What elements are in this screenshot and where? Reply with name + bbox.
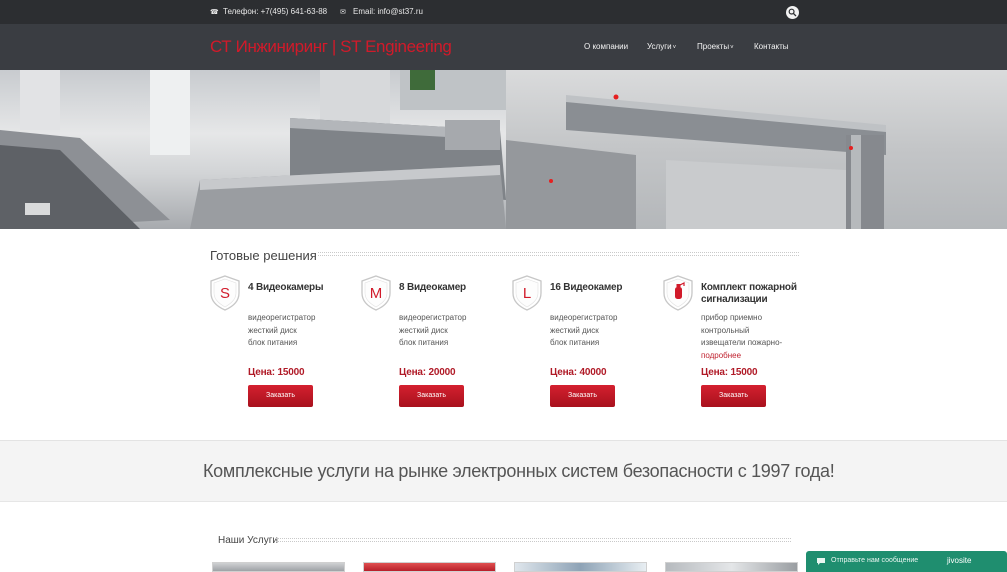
solutions-title: Готовые решения (210, 248, 317, 263)
feature-item: прибор приемно (701, 313, 763, 322)
shield-badge-icon: M (361, 275, 391, 311)
chat-brand-logo: jivosite (947, 556, 972, 565)
service-thumbnail[interactable] (665, 562, 798, 572)
feature-list: видеорегистратор жесткий диск блок питан… (399, 312, 509, 350)
phone-label: Телефон: +7(495) 641-63-88 (223, 7, 328, 16)
nav-item-label: Услуги (647, 42, 672, 51)
order-button[interactable]: Заказать (550, 385, 615, 407)
product-name: 8 Видеокамер (399, 282, 466, 293)
chat-widget[interactable]: Отправьте нам сообщение jivosite (806, 551, 1007, 572)
nav-item-services[interactable]: Услуги˅ (647, 42, 676, 51)
nav-item-about[interactable]: О компании (584, 42, 628, 51)
order-button[interactable]: Заказать (399, 385, 464, 407)
feature-list: видеорегистратор жесткий диск блок питан… (248, 312, 358, 350)
feature-item: жесткий диск (550, 325, 599, 335)
product-price: Цена: 20000 (399, 367, 456, 378)
company-slogan: Комплексные услуги на рынке электронных … (203, 461, 835, 481)
service-thumbnail[interactable] (363, 562, 496, 572)
services-title: Наши Услуги (218, 535, 278, 546)
nav-item-contacts[interactable]: Контакты (754, 42, 789, 51)
search-icon (788, 8, 797, 17)
hero-banner-image (0, 70, 1007, 229)
turnstile-illustration-right (506, 94, 886, 229)
turnstile-illustration-left (0, 70, 557, 229)
feature-item: блок питания (550, 338, 600, 347)
title-divider (318, 252, 799, 256)
product-name: 16 Видеокамер (550, 282, 623, 293)
phone-icon: ☎ (210, 9, 219, 16)
search-button[interactable] (786, 6, 799, 19)
feature-item: блок питания (399, 338, 449, 347)
service-thumbnail[interactable] (212, 562, 345, 572)
chevron-down-icon: ˅ (730, 45, 734, 51)
feature-item: видеорегистратор (550, 313, 618, 322)
shield-badge-icon: L (512, 275, 542, 311)
feature-item: извещатели пожарно- (701, 338, 783, 347)
badge-letter: L (523, 285, 531, 302)
feature-item: видеорегистратор (248, 313, 316, 322)
email-label[interactable]: Email: info@st37.ru (353, 7, 423, 16)
chevron-down-icon: ˅ (672, 45, 677, 51)
top-bar: ☎ Телефон: +7(495) 641-63-88 ✉ Email: info… (0, 0, 1007, 24)
badge-letter: M (370, 285, 383, 302)
envelope-icon: ✉ (340, 9, 346, 16)
nav-item-projects[interactable]: Проекты˅ (697, 42, 734, 51)
shield-badge-icon: S (210, 275, 240, 311)
hero-photo-left (0, 70, 557, 229)
feature-item: жесткий диск (248, 325, 297, 335)
feature-list: видеорегистратор жесткий диск блок питан… (550, 312, 660, 350)
fire-extinguisher-icon (663, 275, 693, 311)
feature-list: прибор приемно контрольный извещатели по… (701, 312, 811, 362)
site-logo[interactable]: СТ Инжиниринг | ST Engineering (210, 37, 452, 57)
badge-letter: S (220, 285, 230, 302)
order-button[interactable]: Заказать (701, 385, 766, 407)
email-contact[interactable]: ✉ Email: info@st37.ru (340, 7, 423, 16)
product-price: Цена: 40000 (550, 367, 607, 378)
nav-item-label: О компании (584, 42, 629, 51)
feature-item: контрольный (701, 325, 750, 335)
feature-item: видеорегистратор (399, 313, 467, 322)
more-link[interactable]: подробнее (701, 350, 811, 363)
nav-item-label: Проекты (697, 42, 730, 51)
feature-item: жесткий диск (399, 325, 448, 335)
phone-contact: ☎ Телефон: +7(495) 641-63-88 (210, 7, 327, 16)
product-price: Цена: 15000 (701, 367, 758, 378)
service-thumbnail[interactable] (514, 562, 647, 572)
product-name: Комплект пожарной сигнализации (701, 282, 797, 305)
main-header: СТ Инжиниринг | ST Engineering О компани… (0, 24, 1007, 70)
product-price: Цена: 15000 (248, 367, 305, 378)
feature-item: блок питания (248, 338, 298, 347)
product-name: 4 Видеокамеры (248, 282, 324, 293)
chat-prompt: Отправьте нам сообщение (831, 557, 919, 564)
hero-photo-right (506, 70, 1007, 229)
slogan-band: Комплексные услуги на рынке электронных … (0, 440, 1007, 502)
title-divider (276, 538, 791, 542)
order-button[interactable]: Заказать (248, 385, 313, 407)
chat-bubble-icon (817, 558, 825, 565)
nav-item-label: Контакты (754, 42, 789, 51)
